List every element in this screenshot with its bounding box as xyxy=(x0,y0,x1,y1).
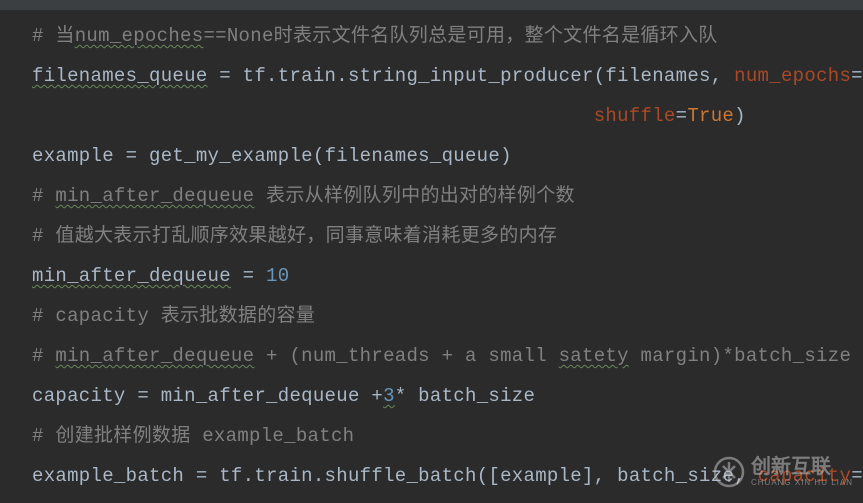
comment-text: # 创建批样例数据 example_batch xyxy=(32,425,354,447)
watermark-logo: 创新互联 CHUANG XIN HU LIAN xyxy=(713,456,853,488)
variable: capacity xyxy=(32,385,126,407)
variable: example_batch xyxy=(32,465,184,487)
code-line: # min_after_dequeue + (num_threads + a s… xyxy=(32,336,863,376)
comment-text: # 值越大表示打乱顺序效果越好，同事意味着消耗更多的内存 xyxy=(32,225,557,247)
function-call: get_my_example xyxy=(149,145,313,167)
number-literal: 3 xyxy=(383,385,395,407)
variable: min_after_dequeue xyxy=(32,265,231,287)
watermark-sub-text: CHUANG XIN HU LIAN xyxy=(751,479,853,487)
function-call: tf.train.shuffle_batch xyxy=(219,465,476,487)
variable: filenames_queue xyxy=(32,65,208,87)
code-line: example = get_my_example(filenames_queue… xyxy=(32,136,863,176)
editor-top-bar xyxy=(0,0,863,10)
code-line: shuffle=True) xyxy=(32,96,863,136)
watermark-icon xyxy=(713,456,745,488)
comment-text: # min_after_dequeue + (num_threads + a s… xyxy=(32,345,851,367)
code-line: # 创建批样例数据 example_batch xyxy=(32,416,863,456)
function-call: tf.train.string_input_producer xyxy=(243,65,594,87)
code-line: min_after_dequeue = 10 xyxy=(32,256,863,296)
keyword-arg: shuffle xyxy=(594,105,676,127)
variable: example xyxy=(32,145,114,167)
code-line: # min_after_dequeue 表示从样例队列中的出对的样例个数 xyxy=(32,176,863,216)
number-literal: 10 xyxy=(266,265,289,287)
code-line: # 当num_epoches==None时表示文件名队列总是可用，整个文件名是循… xyxy=(32,16,863,56)
code-line: # 值越大表示打乱顺序效果越好，同事意味着消耗更多的内存 xyxy=(32,216,863,256)
code-line: # capacity 表示批数据的容量 xyxy=(32,296,863,336)
comment-text: # capacity 表示批数据的容量 xyxy=(32,305,315,327)
keyword-arg: num_epochs xyxy=(734,65,851,87)
comment-text: # min_after_dequeue 表示从样例队列中的出对的样例个数 xyxy=(32,185,575,207)
comment-text: # 当num_epoches==None时表示文件名队列总是可用，整个文件名是循… xyxy=(32,25,718,47)
boolean-literal: True xyxy=(687,105,734,127)
code-line: capacity = min_after_dequeue +3* batch_s… xyxy=(32,376,863,416)
code-editor-area[interactable]: # 当num_epoches==None时表示文件名队列总是可用，整个文件名是循… xyxy=(0,10,863,496)
code-line: filenames_queue = tf.train.string_input_… xyxy=(32,56,863,96)
watermark-main-text: 创新互联 xyxy=(751,457,853,477)
